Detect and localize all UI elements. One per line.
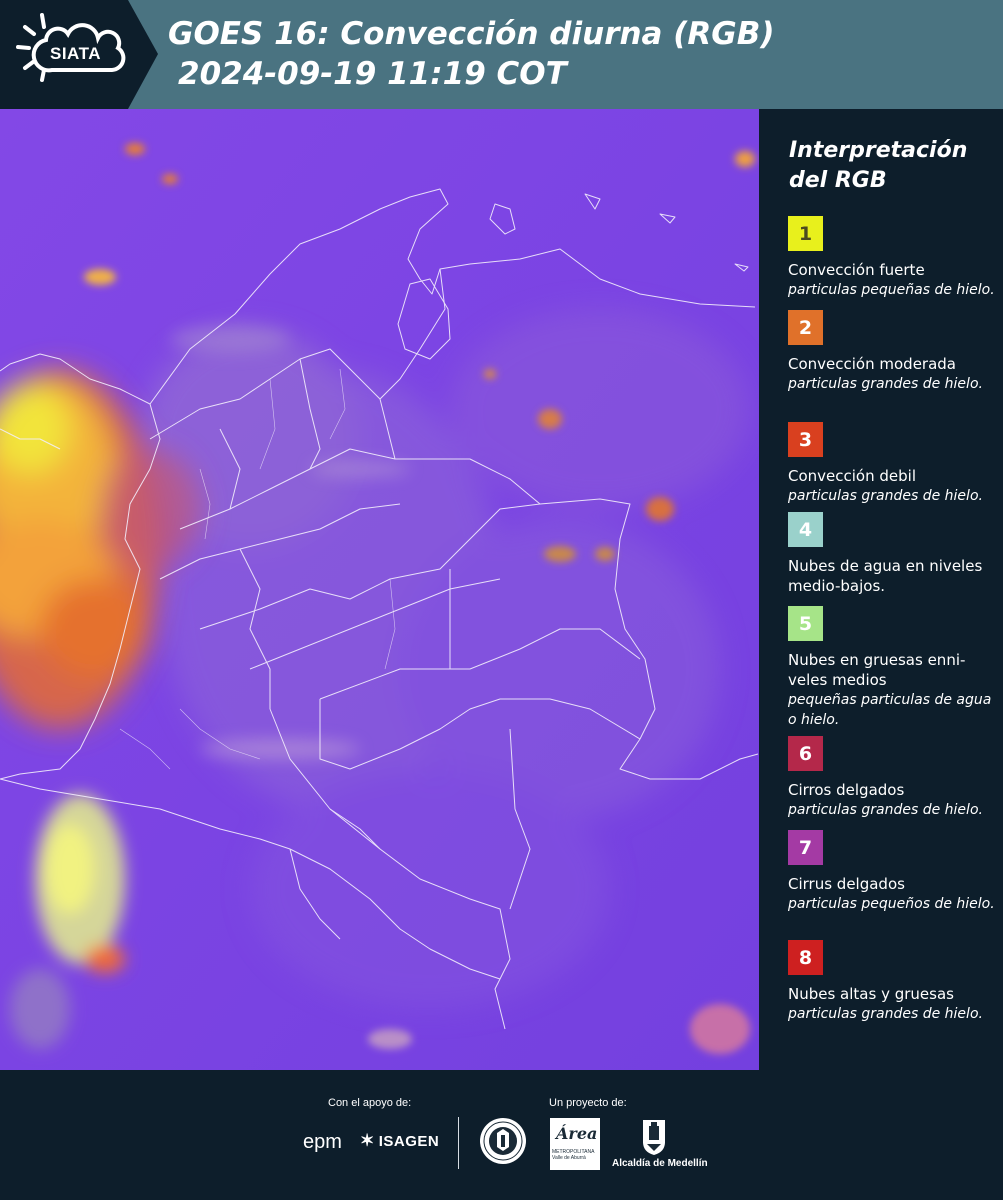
legend-item-3: 3 Convección debil particulas grandes de… bbox=[788, 422, 1000, 506]
legend-item-4: 4 Nubes de agua en niveles medio-bajos. bbox=[788, 512, 1000, 596]
footer-sponsors: Con el apoyo de: Un proyecto de: epm ✶ IS… bbox=[0, 1070, 1003, 1200]
legend-item-desc: particulas grandes de hielo. bbox=[788, 488, 983, 504]
legend-item-name: Convección moderada bbox=[788, 355, 956, 373]
legend-item-desc: particulas pequeñas de hielo. bbox=[788, 282, 995, 298]
header-bar: SIATA GOES 16: Convección diurna (RGB) 2… bbox=[0, 0, 1003, 109]
area-logo-sub: METROPOLITANA Valle de Aburrá bbox=[552, 1149, 595, 1161]
isagen-logo-text: ISAGEN bbox=[378, 1133, 440, 1150]
alcaldia-shield-icon[interactable] bbox=[641, 1118, 667, 1156]
legend-swatch: 6 bbox=[788, 736, 823, 771]
title-product: GOES 16: Convección diurna (RGB) bbox=[168, 16, 775, 52]
logo-text: SIATA bbox=[50, 44, 101, 63]
legend-swatch: 8 bbox=[788, 940, 823, 975]
area-metropolitana-logo[interactable]: Área METROPOLITANA Valle de Aburrá bbox=[550, 1118, 600, 1170]
legend-item-5: 5 Nubes en gruesas enni-veles medios peq… bbox=[788, 606, 1000, 730]
alcaldia-label: Alcaldía de Medellín bbox=[612, 1158, 708, 1169]
legend-item-desc: particulas grandes de hielo. bbox=[788, 1006, 983, 1022]
area-logo-word: Área bbox=[556, 1124, 598, 1143]
support-label: Con el apoyo de: bbox=[328, 1097, 412, 1109]
legend-item-8: 8 Nubes altas y gruesas particulas grand… bbox=[788, 940, 1000, 1024]
isagen-mark-icon: ✶ bbox=[360, 1131, 375, 1150]
page-title: GOES 16: Convección diurna (RGB) 2024-09… bbox=[168, 14, 775, 94]
isagen-logo[interactable]: ✶ ISAGEN bbox=[360, 1131, 439, 1151]
siata-logo[interactable]: SIATA bbox=[0, 0, 160, 109]
legend-panel: Interpretación del RGB 1 Convección fuer… bbox=[759, 109, 1003, 1070]
legend-item-desc: particulas pequeños de hielo. bbox=[788, 896, 995, 912]
legend-item-1: 1 Convección fuerte particulas pequeñas … bbox=[788, 216, 1000, 300]
legend-swatch: 4 bbox=[788, 512, 823, 547]
legend-item-7: 7 Cirrus delgados particulas pequeños de… bbox=[788, 830, 1000, 914]
legend-swatch: 5 bbox=[788, 606, 823, 641]
university-seal-icon[interactable] bbox=[479, 1117, 527, 1165]
legend-item-name: Nubes altas y gruesas bbox=[788, 985, 954, 1003]
epm-logo[interactable]: epm bbox=[303, 1131, 342, 1154]
legend-swatch: 7 bbox=[788, 830, 823, 865]
legend-item-name: Cirrus delgados bbox=[788, 875, 905, 893]
legend-swatch: 2 bbox=[788, 310, 823, 345]
legend-swatch: 1 bbox=[788, 216, 823, 251]
satellite-rgb-map[interactable] bbox=[0, 109, 759, 1070]
legend-item-name: Nubes en gruesas enni-veles medios bbox=[788, 651, 966, 689]
legend-item-desc: particulas grandes de hielo. bbox=[788, 376, 983, 392]
legend-item-name: Convección fuerte bbox=[788, 261, 925, 279]
legend-item-name: Convección debil bbox=[788, 467, 916, 485]
title-datetime: 2024-09-19 11:19 COT bbox=[178, 56, 567, 92]
legend-item-desc: pequeñas particulas de agua o hielo. bbox=[788, 692, 992, 728]
project-label: Un proyecto de: bbox=[549, 1097, 627, 1109]
footer-divider bbox=[458, 1117, 459, 1169]
legend-swatch: 3 bbox=[788, 422, 823, 457]
legend-title: Interpretación del RGB bbox=[789, 138, 968, 193]
legend-item-desc: particulas grandes de hielo. bbox=[788, 802, 983, 818]
legend-item-name: Cirros delgados bbox=[788, 781, 905, 799]
legend-item-name: Nubes de agua en niveles medio-bajos. bbox=[788, 557, 983, 595]
map-image bbox=[0, 109, 759, 1070]
legend-item-2: 2 Convección moderada particulas grandes… bbox=[788, 310, 1000, 394]
legend-item-6: 6 Cirros delgados particulas grandes de … bbox=[788, 736, 1000, 820]
